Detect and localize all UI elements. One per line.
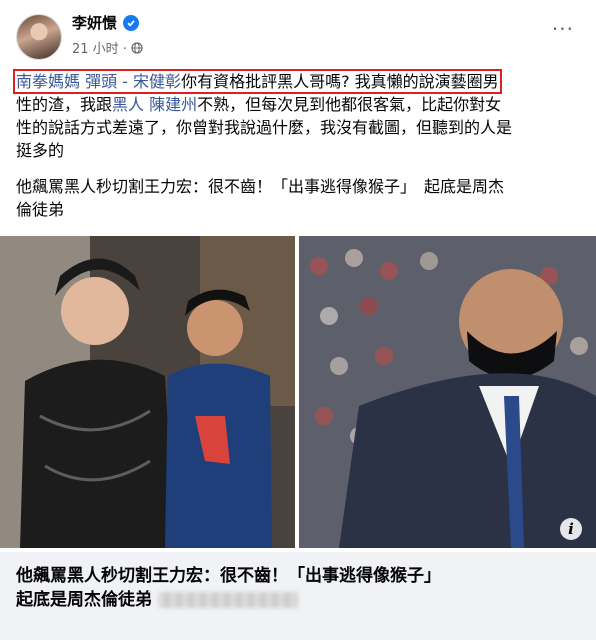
- preview-title-line2: 起底是周杰倫徒弟: [16, 590, 152, 610]
- highlight-box: 南拳媽媽 彈頭 - 宋健彰你有資格批評黑人哥嗎? 我真懶的說演藝圈男: [13, 69, 502, 94]
- link-preview[interactable]: 他飆罵黑人秒切割王力宏：很不齒！「出事逃得像猴子」 起底是周杰倫徒弟: [0, 552, 596, 640]
- preview-title-line1: 他飆罵黑人秒切割王力宏：很不齒！「出事逃得像猴子」: [16, 566, 441, 586]
- author-name[interactable]: 李妍憬: [72, 12, 117, 33]
- info-icon[interactable]: i: [560, 518, 582, 540]
- globe-icon: [131, 41, 143, 54]
- photo-grid[interactable]: i: [0, 236, 596, 548]
- post-text: 南拳媽媽 彈頭 - 宋健彰你有資格批評黑人哥嗎? 我真懶的說演藝圈男 性的渣，我跟…: [13, 69, 582, 221]
- photo-left[interactable]: [0, 236, 295, 548]
- post-text-line4: 挺多的: [16, 141, 65, 160]
- para2-line1: 他飆罵黑人秒切割王力宏：很不齒！「出事逃得像猴子」 起底是周杰: [16, 177, 505, 196]
- post-text-line1: 你有資格批評黑人哥嗎? 我真懶的說演藝圈男: [181, 72, 499, 91]
- para2-line2: 倫徒弟: [16, 200, 65, 219]
- post-text-line3: 性的說話方式差遠了，你曾對我說過什麼，我沒有截圖，但聽到的人是: [16, 118, 513, 137]
- blurred-text: [158, 592, 298, 608]
- post-paragraph-2: 他飆罵黑人秒切割王力宏：很不齒！「出事逃得像猴子」 起底是周杰 倫徒弟: [16, 175, 582, 221]
- post-text-line2a: 性的渣，我跟: [16, 95, 113, 114]
- post-time[interactable]: 21 小时 ·: [72, 38, 127, 57]
- photo-left-art: [0, 236, 295, 548]
- more-options-icon[interactable]: ···: [552, 19, 574, 39]
- post-header: 李妍憬 21 小时 · ···: [0, 0, 596, 66]
- link-preview-title[interactable]: 他飆罵黑人秒切割王力宏：很不齒！「出事逃得像猴子」 起底是周杰倫徒弟: [16, 564, 582, 612]
- tag-link-song[interactable]: 宋健彰: [133, 72, 181, 91]
- tag-link-nanquan[interactable]: 南拳媽媽 彈頭: [16, 72, 117, 91]
- post-text-line2b: 不熟，但每次見到他都很客氣，比起你對女: [197, 95, 502, 114]
- photo-right[interactable]: i: [299, 236, 596, 548]
- post-meta: 21 小时 ·: [72, 38, 143, 57]
- tag-link-heiren[interactable]: 黑人: [112, 95, 144, 114]
- tag-separator: -: [117, 72, 134, 91]
- author-name-row: 李妍憬: [72, 12, 140, 33]
- tag-link-chen[interactable]: 陳建州: [149, 95, 197, 114]
- photo-right-art: [299, 236, 596, 548]
- verified-icon: [123, 14, 140, 31]
- avatar[interactable]: [16, 14, 62, 60]
- post-paragraph-1: 南拳媽媽 彈頭 - 宋健彰你有資格批評黑人哥嗎? 我真懶的說演藝圈男 性的渣，我跟…: [13, 69, 582, 162]
